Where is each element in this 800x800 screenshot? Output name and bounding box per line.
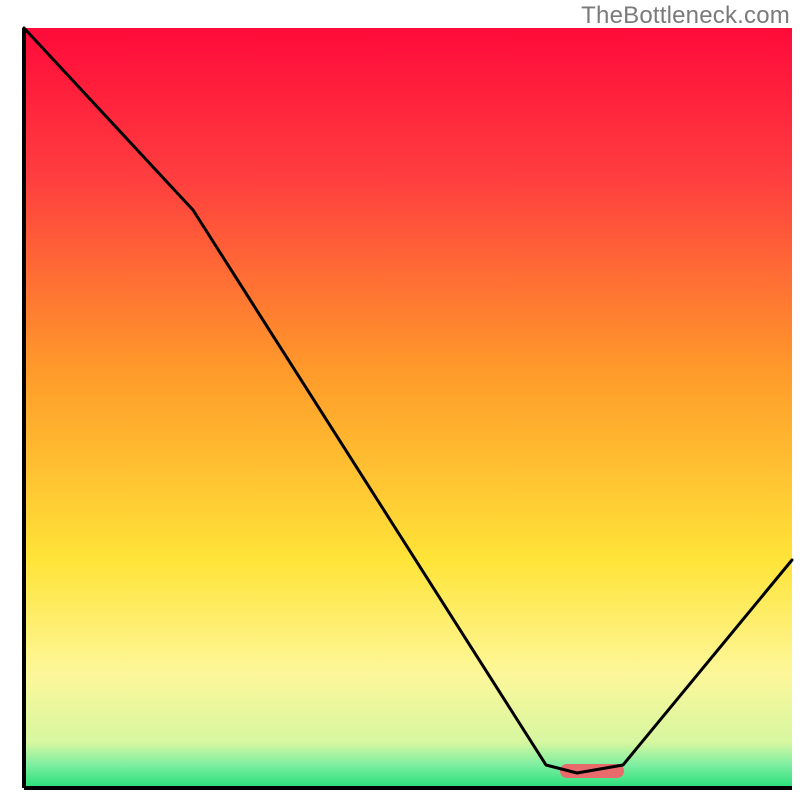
chart-container: TheBottleneck.com bbox=[0, 0, 800, 800]
plot-background bbox=[24, 28, 792, 788]
watermark-text: TheBottleneck.com bbox=[581, 2, 790, 30]
bottleneck-chart bbox=[0, 0, 800, 800]
